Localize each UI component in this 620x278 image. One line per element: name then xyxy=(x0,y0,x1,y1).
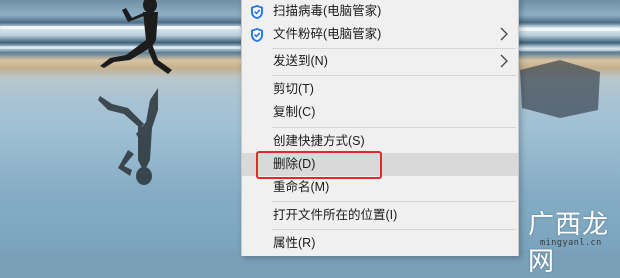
menu-item-rename[interactable]: 重命名(M) xyxy=(242,176,518,199)
menu-item-label: 发送到(N) xyxy=(273,54,328,68)
menu-separator xyxy=(272,229,516,230)
menu-item-create-shortcut[interactable]: 创建快捷方式(S) xyxy=(242,130,518,153)
menu-item-label: 扫描病毒(电脑管家) xyxy=(273,4,382,18)
menu-separator xyxy=(272,201,516,202)
watermark-url: mingyanl.cn xyxy=(540,238,602,248)
menu-item-label: 文件粉碎(电脑管家) xyxy=(273,27,382,41)
menu-item-cut[interactable]: 剪切(T) xyxy=(242,78,518,101)
menu-item-send-to[interactable]: 发送到(N) xyxy=(242,50,518,73)
menu-item-label: 剪切(T) xyxy=(273,82,314,96)
menu-item-label: 重命名(M) xyxy=(273,180,330,194)
tencent-pc-manager-icon xyxy=(251,5,263,19)
menu-item-scan-virus[interactable]: 扫描病毒(电脑管家) xyxy=(242,0,518,23)
menu-item-copy[interactable]: 复制(C) xyxy=(242,101,518,124)
chevron-right-icon xyxy=(500,27,508,41)
menu-separator xyxy=(272,48,516,49)
context-menu: 扫描病毒(电脑管家) 文件粉碎(电脑管家) 发送到(N) 剪切(T) 复制(C)… xyxy=(241,0,519,256)
menu-separator xyxy=(272,127,516,128)
chevron-right-icon xyxy=(500,54,508,68)
menu-item-label: 属性(R) xyxy=(273,236,316,250)
menu-item-label: 复制(C) xyxy=(273,105,316,119)
menu-item-label: 打开文件所在的位置(I) xyxy=(273,208,398,222)
menu-item-open-file-location[interactable]: 打开文件所在的位置(I) xyxy=(242,204,518,227)
menu-item-label: 创建快捷方式(S) xyxy=(273,134,365,148)
tencent-pc-manager-icon xyxy=(251,28,263,42)
menu-item-properties[interactable]: 属性(R) xyxy=(242,232,518,255)
annotation-highlight-box xyxy=(256,151,382,179)
menu-separator xyxy=(272,75,516,76)
menu-item-file-shred[interactable]: 文件粉碎(电脑管家) xyxy=(242,23,518,46)
